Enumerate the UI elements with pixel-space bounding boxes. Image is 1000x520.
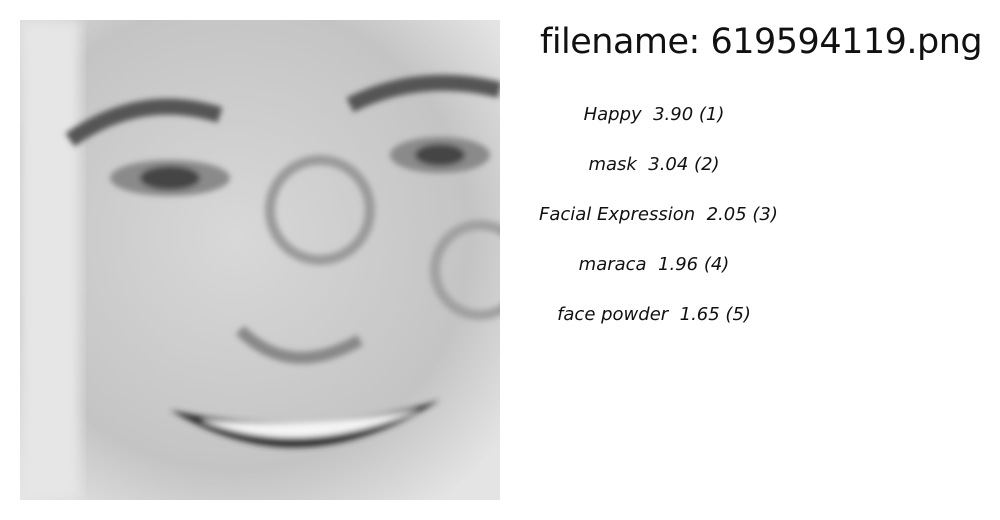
face-photo	[20, 20, 500, 500]
prediction-label: face powder 1.65 (5)	[557, 304, 751, 325]
prediction-label: mask 3.04 (2)	[588, 154, 720, 175]
filename-title: filename: 619594119.png	[540, 22, 983, 62]
prediction-label: maraca 1.96 (4)	[578, 254, 730, 275]
prediction-label: Happy 3.90 (1)	[583, 104, 725, 125]
prediction-label: Facial Expression 2.05 (3)	[539, 204, 778, 225]
